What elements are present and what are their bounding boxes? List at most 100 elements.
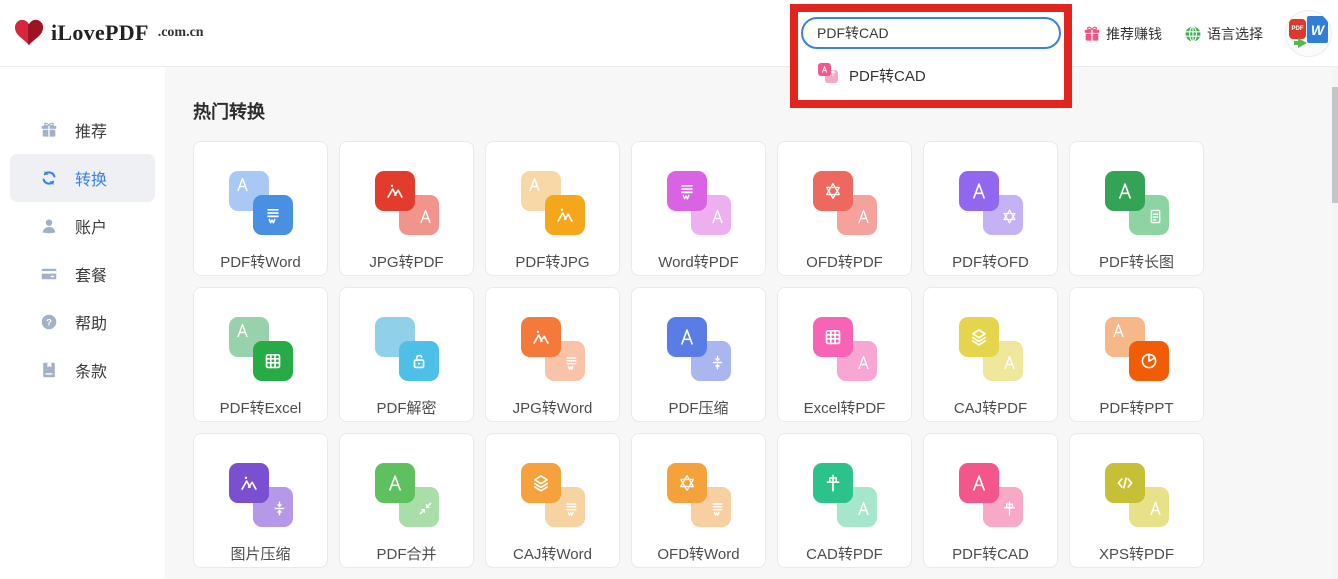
sidebar-menu: 推荐转换账户套餐? 帮助条款 xyxy=(0,106,165,394)
sidebar-item-convert[interactable]: 转换 xyxy=(10,154,155,202)
icon-tile xyxy=(812,463,853,503)
tool-card[interactable]: Word转PDF xyxy=(631,141,766,276)
tool-card-label: Excel转PDF xyxy=(803,400,886,417)
scrollbar-thumb[interactable] xyxy=(1332,87,1338,203)
gift-icon xyxy=(40,121,58,139)
page-title: 热门转换 xyxy=(193,102,265,122)
referral-label: 推荐赚钱 xyxy=(1106,25,1162,42)
tool-card[interactable]: PDF转Excel xyxy=(193,287,328,422)
icon-tile xyxy=(666,171,707,211)
tool-card[interactable]: PDF转长图 xyxy=(1069,141,1204,276)
image-compress-icon xyxy=(228,463,293,527)
tool-card-label: PDF转Word xyxy=(220,254,301,271)
word-pdf-icon xyxy=(666,171,731,235)
tool-card-label: CAJ转PDF xyxy=(953,400,1028,417)
tool-card-label: Word转PDF xyxy=(658,254,739,271)
sidebar-item-account[interactable]: 账户 xyxy=(10,202,155,250)
tool-card-label: JPG转Word xyxy=(512,400,593,417)
sidebar-item-recommend[interactable]: 推荐 xyxy=(10,106,155,154)
icon-tile xyxy=(1104,463,1145,503)
header: iLovePDF .com.cn 推荐赚钱 语言选择 PDF W xyxy=(0,0,1338,67)
sync-icon xyxy=(40,169,58,187)
tool-card[interactable]: PDF压缩 xyxy=(631,287,766,422)
sidebar-item-plans[interactable]: 套餐 xyxy=(10,250,155,298)
referral-link[interactable]: 推荐赚钱 xyxy=(1083,24,1162,44)
scrollbar-track xyxy=(1332,67,1338,579)
tool-card-label: PDF转OFD xyxy=(952,254,1029,271)
sidebar-item-label: 账户 xyxy=(75,220,108,237)
tool-card[interactable]: Excel转PDF xyxy=(777,287,912,422)
sidebar-item-help[interactable]: ? 帮助 xyxy=(10,298,155,346)
code-pdf-icon xyxy=(1104,463,1169,527)
tool-card[interactable]: PDF解密 xyxy=(339,287,474,422)
icon-tile xyxy=(544,195,585,235)
pdf-image-icon xyxy=(520,171,585,235)
sidebar-item-label: 帮助 xyxy=(75,316,108,333)
none-lock-icon xyxy=(374,317,439,381)
sidebar: 推荐转换账户套餐? 帮助条款 xyxy=(0,67,165,579)
help-icon: ? xyxy=(40,313,58,331)
tool-card[interactable]: OFD转PDF xyxy=(777,141,912,276)
tool-card[interactable]: PDF转CAD xyxy=(923,433,1058,568)
tool-card-label: PDF转CAD xyxy=(952,546,1029,563)
tool-card-label: PDF转Excel xyxy=(219,400,302,417)
tool-card[interactable]: XPS转PDF xyxy=(1069,433,1204,568)
icon-tile xyxy=(818,63,831,76)
icon-tile xyxy=(520,317,561,357)
tool-card[interactable]: JPG转PDF xyxy=(339,141,474,276)
tool-card[interactable]: PDF转PPT xyxy=(1069,287,1204,422)
header-right: 推荐赚钱 语言选择 PDF W xyxy=(1083,0,1332,67)
tool-card-label: PDF压缩 xyxy=(668,400,729,417)
user-icon xyxy=(40,217,58,235)
avatar[interactable]: PDF W xyxy=(1285,10,1332,57)
icon-tile xyxy=(666,463,707,503)
language-label: 语言选择 xyxy=(1207,25,1263,42)
pdf-excel-icon xyxy=(228,317,293,381)
search-box xyxy=(801,17,1061,49)
tool-card-label: PDF转长图 xyxy=(1098,254,1174,271)
pdf-word-icon xyxy=(228,171,293,235)
sidebar-item-label: 条款 xyxy=(75,364,108,381)
sidebar-item-label: 转换 xyxy=(75,172,108,189)
layers-pdf-icon xyxy=(958,317,1023,381)
pdf-cad-icon xyxy=(958,463,1023,527)
tool-card[interactable]: OFD转Word xyxy=(631,433,766,568)
icon-tile xyxy=(812,317,853,357)
search-suggestion-item[interactable]: PDF转CAD xyxy=(798,57,1064,88)
tool-card[interactable]: PDF转Word xyxy=(193,141,328,276)
icon-tile xyxy=(958,317,999,357)
icon-tile xyxy=(666,317,707,357)
svg-text:?: ? xyxy=(46,317,52,328)
tool-card-label: PDF转PPT xyxy=(1099,400,1174,417)
tool-card[interactable]: CAJ转PDF xyxy=(923,287,1058,422)
icon-tile xyxy=(1128,341,1169,381)
icon-tile xyxy=(252,341,293,381)
sidebar-item-terms[interactable]: 条款 xyxy=(10,346,155,394)
tool-card[interactable]: JPG转Word xyxy=(485,287,620,422)
tool-card[interactable]: 图片压缩 xyxy=(193,433,328,568)
card-icon xyxy=(40,265,58,283)
icon-tile xyxy=(228,463,269,503)
icon-tile xyxy=(1104,171,1145,211)
icon-tile xyxy=(812,171,853,211)
heart-logo-icon xyxy=(15,19,43,46)
gift-icon xyxy=(1084,26,1100,41)
tool-card[interactable]: CAD转PDF xyxy=(777,433,912,568)
globe-icon xyxy=(1185,25,1201,42)
tool-card-label: CAJ转Word xyxy=(513,546,592,563)
excel-pdf-icon xyxy=(812,317,877,381)
annotation-box: PDF转CAD xyxy=(790,4,1072,108)
tool-card-label: 图片压缩 xyxy=(230,546,291,563)
search-input[interactable] xyxy=(817,25,1045,41)
logo[interactable]: iLovePDF .com.cn xyxy=(14,19,204,47)
tool-card[interactable]: CAJ转Word xyxy=(485,433,620,568)
tool-card[interactable]: PDF转OFD xyxy=(923,141,1058,276)
language-link[interactable]: 语言选择 xyxy=(1184,24,1263,44)
cad-pdf-icon xyxy=(812,463,877,527)
tool-card[interactable]: PDF合并 xyxy=(339,433,474,568)
image-pdf-icon xyxy=(374,171,439,235)
tool-card[interactable]: PDF转JPG xyxy=(485,141,620,276)
pdf-pie-icon xyxy=(1104,317,1169,381)
logo-suffix: .com.cn xyxy=(157,25,204,40)
tool-card-label: XPS转PDF xyxy=(1098,546,1174,563)
